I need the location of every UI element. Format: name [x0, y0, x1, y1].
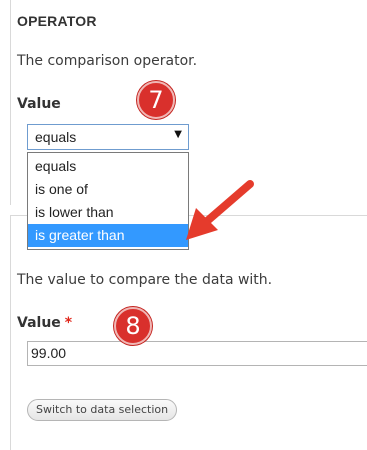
- operator-heading: OPERATOR: [17, 13, 97, 29]
- operator-dropdown-list: equals is one of is lower than is greate…: [27, 152, 189, 250]
- required-marker: *: [64, 315, 73, 331]
- arrow-shaft: [202, 180, 254, 226]
- dropdown-option-equals[interactable]: equals: [28, 155, 188, 178]
- operator-value-label: Value: [17, 96, 61, 112]
- operator-description: The comparison operator.: [17, 53, 198, 69]
- dropdown-option-is-one-of[interactable]: is one of: [28, 178, 188, 201]
- value-description: The value to compare the data with.: [17, 272, 273, 288]
- switch-to-data-selection-button[interactable]: Switch to data selection: [27, 399, 178, 421]
- dropdown-option-is-greater-than[interactable]: is greater than: [28, 224, 188, 247]
- step-badge-8: 8: [114, 307, 152, 345]
- step-badge-7: 7: [137, 81, 175, 119]
- operator-select[interactable]: equals ▼: [27, 124, 189, 150]
- red-arrow-icon: [186, 180, 254, 240]
- value-label-text: Value: [17, 315, 61, 331]
- dropdown-option-is-lower-than[interactable]: is lower than: [28, 201, 188, 224]
- select-current-value: equals: [35, 129, 77, 145]
- value-field-label: Value *: [17, 315, 72, 331]
- value-input[interactable]: 99.00: [27, 341, 367, 366]
- dropdown-arrow-icon[interactable]: ▼: [174, 129, 182, 140]
